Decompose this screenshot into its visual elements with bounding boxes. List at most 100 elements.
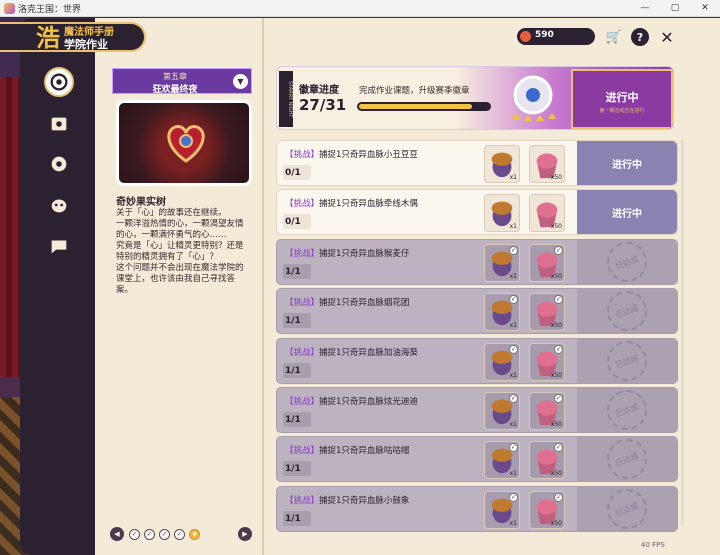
currency-display: 590 xyxy=(517,28,595,45)
task-status-label: 已达成 xyxy=(614,501,640,518)
task-row[interactable]: 【挑战】捕捉1只奇异血脉牵线木偶 0/1 x1 x50 进行中 xyxy=(276,189,678,235)
reward-slot[interactable]: x50 xyxy=(529,145,565,183)
reward-slot[interactable]: x1 xyxy=(484,145,520,183)
task-row[interactable]: 【挑战】捕捉1只奇异血脉烟花团 1/1 ✓ x1 ✓ x50 已达成 xyxy=(276,288,678,334)
task-text: 捕捉1只奇异血脉炫光迪迪 xyxy=(319,397,418,407)
task-status-button[interactable]: 进行中 xyxy=(577,141,677,185)
task-count: 1/1 xyxy=(285,464,301,474)
claimed-check-icon: ✓ xyxy=(509,345,518,354)
minimize-button[interactable]: — xyxy=(630,0,660,17)
task-tag: 【挑战】 xyxy=(285,496,320,506)
sidebar xyxy=(20,18,95,555)
task-label: 【挑战】捕捉1只奇异血脉烟花团 xyxy=(285,296,409,308)
pager-dot-current[interactable]: ★ xyxy=(189,529,200,540)
claimed-check-icon: ✓ xyxy=(509,295,518,304)
claimed-check-icon: ✓ xyxy=(509,443,518,452)
close-button[interactable]: ✕ xyxy=(658,28,676,47)
progress-status-button[interactable]: 进行中 第一期活动正在进行 xyxy=(571,69,673,129)
window-title: 洛克王国：世界 xyxy=(18,5,82,15)
reward-slot[interactable]: ✓ x50 xyxy=(529,293,565,331)
progress-bar xyxy=(357,102,491,111)
reward-qty: x50 xyxy=(550,273,562,280)
reward-slot[interactable]: ✓ x1 xyxy=(484,343,520,381)
claimed-check-icon: ✓ xyxy=(554,345,563,354)
task-count: 1/1 xyxy=(285,366,301,376)
task-tag: 【挑战】 xyxy=(285,249,320,259)
completed-stamp-icon: 已达成 xyxy=(607,390,647,430)
task-row[interactable]: 【挑战】捕捉1只奇异血脉炫光迪迪 1/1 ✓ x1 ✓ x50 已达成 xyxy=(276,387,678,433)
completed-stamp-icon: 已达成 xyxy=(607,242,647,282)
badge-progress-banner: STARRY NIGHT 徽章进度 完成作业课题，升级赛季徽章 27/31 进行… xyxy=(276,66,674,130)
task-label: 【挑战】捕捉1只奇异血脉猴麦仔 xyxy=(285,247,409,259)
reward-qty: x50 xyxy=(550,372,562,379)
pager-dot[interactable]: ✓ xyxy=(159,529,170,540)
reward-slot[interactable]: ✓ x50 xyxy=(529,491,565,529)
currency-amount: 590 xyxy=(535,30,554,40)
reward-slot[interactable]: ✓ x50 xyxy=(529,244,565,282)
window-close-button[interactable]: ✕ xyxy=(690,0,720,17)
sidebar-item-chat[interactable] xyxy=(44,231,74,261)
reward-slot[interactable]: ✓ x1 xyxy=(484,244,520,282)
coin-icon xyxy=(520,31,531,42)
task-status-button[interactable]: 进行中 xyxy=(577,190,677,234)
task-label: 【挑战】捕捉1只奇异血脉加油海葵 xyxy=(285,346,418,358)
reward-slot[interactable]: ✓ x1 xyxy=(484,441,520,479)
help-button[interactable]: ? xyxy=(631,28,649,46)
logo-mark: 浩 xyxy=(36,23,60,52)
heart-fruit-icon xyxy=(167,125,205,163)
sidebar-item-badge[interactable] xyxy=(44,149,74,179)
reward-slot[interactable]: ✓ x1 xyxy=(484,392,520,430)
task-label: 【挑战】捕捉1只奇异血脉小鼓象 xyxy=(285,494,409,506)
gear-badge-icon xyxy=(51,156,67,172)
shop-cart-icon[interactable]: 🛒 xyxy=(605,28,623,46)
task-row[interactable]: 【挑战】捕捉1只奇异血脉咕咕帽 1/1 ✓ x1 ✓ x50 已达成 xyxy=(276,436,678,482)
claimed-check-icon: ✓ xyxy=(554,394,563,403)
maximize-button[interactable]: ▢ xyxy=(660,0,690,17)
reward-slot[interactable]: ✓ x50 xyxy=(529,343,565,381)
chapter-title: 狂欢最终夜 xyxy=(152,85,198,95)
reward-qty: x50 xyxy=(550,520,562,527)
reward-slot[interactable]: ✓ x50 xyxy=(529,392,565,430)
task-tag: 【挑战】 xyxy=(285,348,320,358)
reward-slot[interactable]: ✓ x50 xyxy=(529,441,565,479)
progress-status-label: 进行中 xyxy=(605,91,639,104)
reward-slot[interactable]: x50 xyxy=(529,194,565,232)
task-status-label: 已达成 xyxy=(614,451,640,468)
pager-dot[interactable]: ✓ xyxy=(129,529,140,540)
pager-dot[interactable]: ✓ xyxy=(174,529,185,540)
reward-slot[interactable]: x1 xyxy=(484,194,520,232)
chapter-illustration xyxy=(116,100,252,186)
task-row[interactable]: 【挑战】捕捉1只奇异血脉猴麦仔 1/1 ✓ x1 ✓ x50 已达成 xyxy=(276,239,678,285)
chat-icon xyxy=(51,240,67,254)
reward-qty: x1 xyxy=(509,322,517,329)
chevron-down-icon[interactable]: ▼ xyxy=(233,74,248,89)
sidebar-item-pet[interactable] xyxy=(44,190,74,220)
sidebar-item-target[interactable] xyxy=(44,67,74,97)
pager-next-button[interactable]: ▶ xyxy=(238,527,252,541)
task-text: 捕捉1只奇异血脉小丑豆豆 xyxy=(319,150,418,160)
reward-slot[interactable]: ✓ x1 xyxy=(484,491,520,529)
chapter-selector[interactable]: 第五章 狂欢最终夜 ▼ xyxy=(112,68,252,95)
reward-qty: x50 xyxy=(550,421,562,428)
reward-slot[interactable]: ✓ x1 xyxy=(484,293,520,331)
task-row[interactable]: 【挑战】捕捉1只奇异血脉小鼓象 1/1 ✓ x1 ✓ x50 已达成 xyxy=(276,486,678,532)
season-side-tag: STARRY NIGHT xyxy=(279,71,293,127)
pager-dot[interactable]: ✓ xyxy=(144,529,155,540)
task-list-scrollbar[interactable] xyxy=(681,140,684,525)
task-status-label: 进行中 xyxy=(612,160,642,171)
task-label: 【挑战】捕捉1只奇异血脉咕咕帽 xyxy=(285,444,409,456)
completed-stamp-icon: 已达成 xyxy=(607,489,647,529)
chapter-column: 第五章 狂欢最终夜 ▼ 奇妙果实树 关于「心」的故事还在继续。 一颗洋溢热情的心… xyxy=(104,18,260,555)
sidebar-item-card[interactable] xyxy=(44,109,74,139)
reward-qty: x1 xyxy=(509,273,517,280)
task-status-label: 已达成 xyxy=(614,402,640,419)
task-text: 捕捉1只奇异血脉咕咕帽 xyxy=(319,446,410,456)
chapter-number: 第五章 xyxy=(163,72,187,81)
reward-qty: x1 xyxy=(509,421,517,428)
reward-qty: x50 xyxy=(550,470,562,477)
task-row[interactable]: 【挑战】捕捉1只奇异血脉小丑豆豆 0/1 x1 x50 进行中 xyxy=(276,140,678,186)
task-row[interactable]: 【挑战】捕捉1只奇异血脉加油海葵 1/1 ✓ x1 ✓ x50 已达成 xyxy=(276,338,678,384)
pager-prev-button[interactable]: ◀ xyxy=(110,527,124,541)
claimed-check-icon: ✓ xyxy=(509,246,518,255)
task-status-button: 已达成 xyxy=(577,240,677,284)
